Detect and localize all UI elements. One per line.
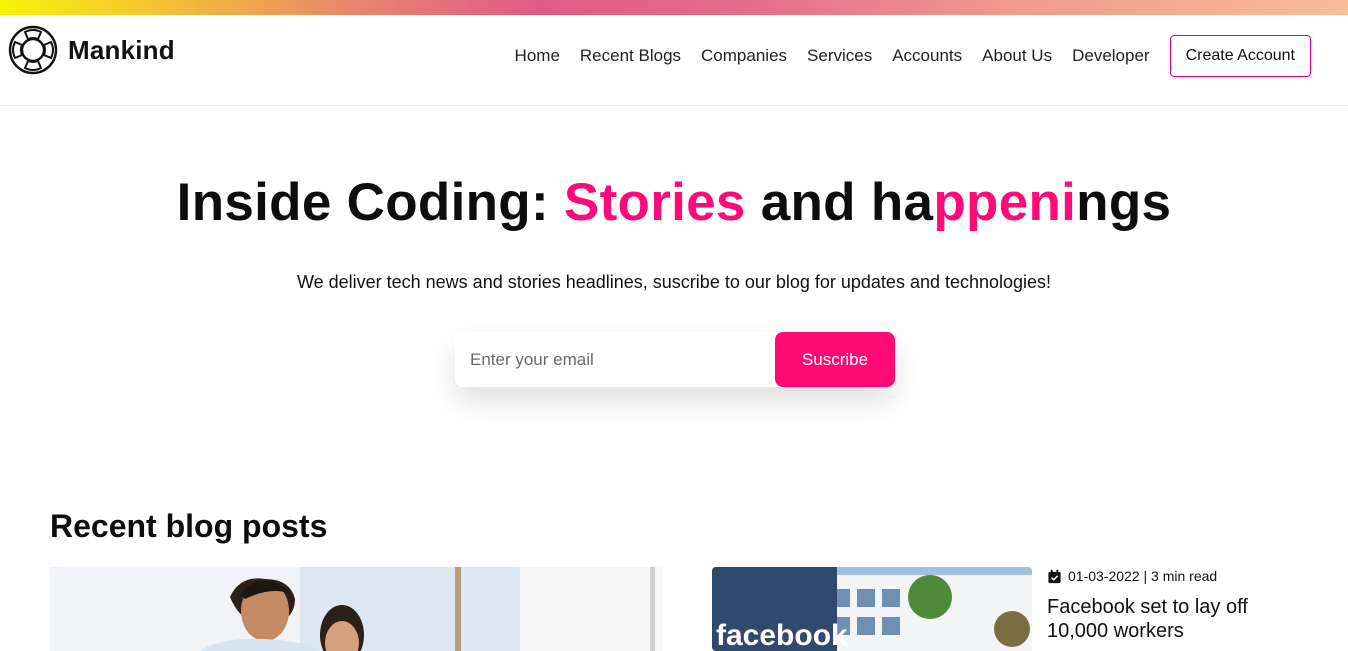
hero-title-part-1: Inside Coding: <box>176 173 564 232</box>
post-date-read-time: 01-03-2022 | 3 min read <box>1068 568 1218 584</box>
lifebuoy-icon <box>8 25 58 75</box>
nav-services[interactable]: Services <box>807 46 872 66</box>
nav-developer[interactable]: Developer <box>1072 46 1150 66</box>
hero-title-highlight-stories: Stories <box>563 173 746 232</box>
brand-logo[interactable]: Mankind <box>7 24 175 76</box>
top-gradient-bar <box>0 0 1348 15</box>
hero-title-part-3: and ha <box>745 173 934 232</box>
create-account-button[interactable]: Create Account <box>1169 35 1311 77</box>
site-header: Mankind Home Recent Blogs Companies Serv… <box>0 15 1348 106</box>
hero-title: Inside Coding: Stories and happenings <box>0 172 1348 233</box>
hero-title-highlight-ppeni: ppeni <box>933 173 1077 232</box>
nav-home[interactable]: Home <box>515 46 560 66</box>
nav-about-us[interactable]: About Us <box>982 46 1052 66</box>
calendar-check-icon <box>1048 569 1061 583</box>
hero-title-part-5: ngs <box>1076 173 1172 232</box>
main-nav: Home Recent Blogs Companies Services Acc… <box>515 35 1311 77</box>
facebook-building-illustration: facebook <box>712 567 1032 651</box>
email-input[interactable] <box>455 332 775 387</box>
office-people-illustration <box>50 567 662 651</box>
nav-accounts[interactable]: Accounts <box>892 46 962 66</box>
office-people-image[interactable] <box>50 567 662 651</box>
hero-subtitle: We deliver tech news and stories headlin… <box>296 272 1052 292</box>
post-title[interactable]: Facebook set to lay off 10,000 workers <box>1047 595 1307 643</box>
subscribe-button[interactable]: Suscribe <box>775 332 895 387</box>
recent-posts-title: Recent blog posts <box>50 508 328 544</box>
post-meta: 01-03-2022 | 3 min read <box>1047 568 1217 584</box>
brand-name: Mankind <box>68 34 175 65</box>
nav-recent-blogs[interactable]: Recent Blogs <box>580 46 681 66</box>
facebook-building-image[interactable]: facebook <box>712 567 1032 651</box>
nav-companies[interactable]: Companies <box>701 46 787 66</box>
facebook-sign-text: facebook <box>716 619 848 651</box>
subscribe-form: Suscribe <box>455 332 895 387</box>
